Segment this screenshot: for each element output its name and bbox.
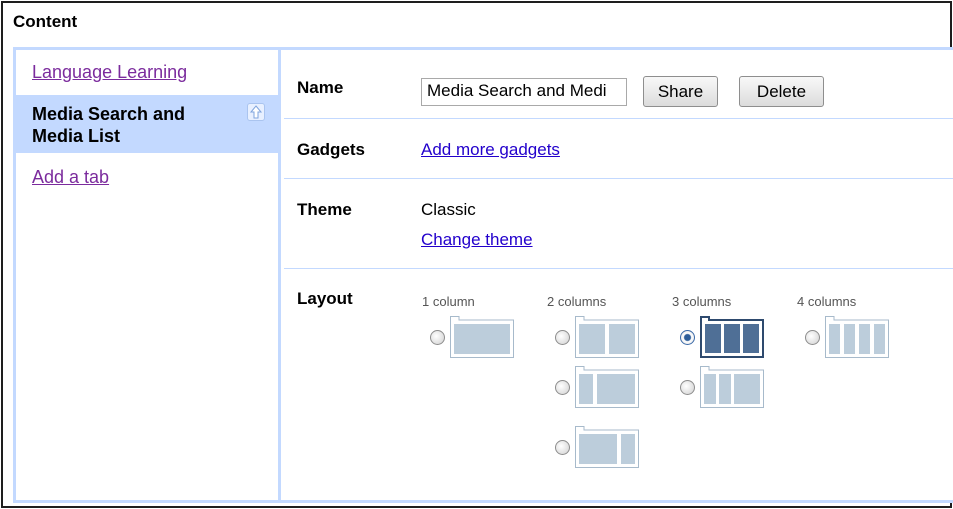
layout-4col-thumbnail[interactable] xyxy=(825,316,889,358)
layout-2col-narrow-left-thumbnail[interactable] xyxy=(575,366,639,408)
divider xyxy=(284,268,953,269)
divider xyxy=(284,118,953,119)
share-button[interactable]: Share xyxy=(643,76,718,107)
layout-1col-thumbnail[interactable] xyxy=(450,316,514,358)
window-title: Content xyxy=(13,12,78,31)
tab-sidebar: Language Learning Media Search and Media… xyxy=(16,50,281,500)
add-tab-link[interactable]: Add a tab xyxy=(32,167,109,188)
add-gadgets-link[interactable]: Add more gadgets xyxy=(421,140,560,160)
layout-radio-2col-narrow-right[interactable] xyxy=(555,440,570,455)
layout-label: Layout xyxy=(297,289,353,308)
layout-3col-equal-thumbnail[interactable] xyxy=(700,316,764,358)
layout-heading-4-columns: 4 columns xyxy=(797,294,857,309)
content-window: Content Language Learning Media Search a… xyxy=(1,1,953,508)
layout-3col-wide-right-thumbnail[interactable] xyxy=(700,366,764,408)
tab-settings: Name Media Search and Medi Share Delete … xyxy=(284,50,953,500)
layout-radio-1col[interactable] xyxy=(430,330,445,345)
layout-radio-4col[interactable] xyxy=(805,330,820,345)
layout-heading-1-column: 1 column xyxy=(422,294,475,309)
sidebar-item-language-learning[interactable]: Language Learning xyxy=(32,62,187,83)
arrow-up-icon xyxy=(249,105,263,119)
sidebar-item-label: Media Search and Media List xyxy=(32,104,186,146)
layout-radio-3col-wide-right[interactable] xyxy=(680,380,695,395)
layout-radio-3col-equal[interactable] xyxy=(680,330,695,345)
change-theme-link[interactable]: Change theme xyxy=(421,230,533,250)
theme-value: Classic xyxy=(421,200,476,219)
layout-heading-3-columns: 3 columns xyxy=(672,294,732,309)
gadgets-label: Gadgets xyxy=(297,140,366,159)
name-label: Name xyxy=(297,78,344,97)
move-up-button[interactable] xyxy=(247,103,265,121)
layout-2col-narrow-right-thumbnail[interactable] xyxy=(575,426,639,468)
delete-button[interactable]: Delete xyxy=(739,76,824,107)
tab-name-input[interactable]: Media Search and Medi xyxy=(421,78,627,106)
layout-heading-2-columns: 2 columns xyxy=(547,294,607,309)
content-panel: Language Learning Media Search and Media… xyxy=(13,47,953,503)
divider xyxy=(284,178,953,179)
layout-2col-equal-thumbnail[interactable] xyxy=(575,316,639,358)
layout-radio-2col-equal[interactable] xyxy=(555,330,570,345)
sidebar-item-media-search[interactable]: Media Search and Media List xyxy=(16,95,278,153)
theme-label: Theme xyxy=(297,200,352,219)
layout-radio-2col-narrow-left[interactable] xyxy=(555,380,570,395)
